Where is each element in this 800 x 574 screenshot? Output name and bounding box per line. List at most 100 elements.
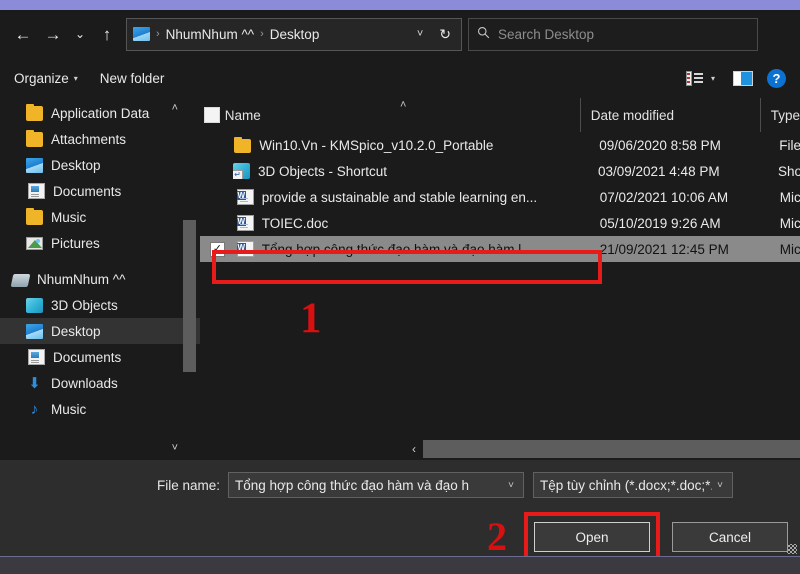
sidebar-item-documents[interactable]: Documents [0, 178, 200, 204]
breadcrumb-item-user[interactable]: NhumNhum ^^ [166, 27, 254, 42]
table-row[interactable]: TOIEC.doc 05/10/2019 9:26 AM Mic [200, 210, 800, 236]
forward-icon[interactable]: → [38, 19, 68, 49]
file-name-cell[interactable]: Tổng hợp công thức đạo hàm và đạo hàm l.… [235, 241, 590, 257]
column-header-type[interactable]: Type [760, 98, 800, 132]
new-folder-label: New folder [100, 71, 165, 86]
scrollbar-track[interactable] [423, 438, 782, 460]
sidebar-item-label: Documents [53, 184, 121, 199]
chevron-down-icon[interactable]: ˅ [503, 480, 519, 491]
documents-icon [28, 349, 45, 365]
open-button-highlight: Open [524, 512, 660, 562]
up-icon[interactable]: ↑ [92, 19, 122, 49]
row-checkbox-cell[interactable]: ✓ [200, 242, 235, 257]
sidebar-item-label: 3D Objects [51, 298, 118, 313]
organize-button[interactable]: Organize ▾ [14, 71, 78, 86]
view-options-icon[interactable] [686, 71, 703, 86]
file-name-value: Tổng hợp công thức đạo hàm và đạo h [235, 478, 503, 493]
folder-icon [234, 139, 251, 153]
sidebar-group-gap [0, 256, 200, 266]
breadcrumb-separator: › [256, 28, 268, 40]
open-file-dialog: ← → ⌄ ↑ › NhumNhum ^^ › Desktop ˅ ↻ Sear… [0, 10, 800, 556]
open-button[interactable]: Open [534, 522, 650, 552]
sidebar-item-desktop-selected[interactable]: Desktop [0, 318, 200, 344]
sidebar-item-pictures[interactable]: Pictures [0, 230, 200, 256]
dialog-footer: File name: Tổng hợp công thức đạo hàm và… [0, 460, 800, 556]
file-type-select[interactable]: Tệp tùy chỉnh (*.docx;*.doc;*.do ˅ [533, 472, 733, 498]
file-name-cell[interactable]: TOIEC.doc [235, 215, 590, 231]
folder-icon [26, 132, 43, 147]
dialog-buttons: Open Cancel [524, 512, 788, 562]
sidebar-item-music-pc[interactable]: ♪ Music [0, 396, 200, 422]
sidebar-scroll-down-icon[interactable]: ˅ [172, 442, 178, 454]
table-row[interactable]: 3D Objects - Shortcut 03/09/2021 4:48 PM… [200, 158, 800, 184]
navigation-tree: Application Data Attachments Desktop Doc… [0, 98, 200, 422]
file-type-value: Tệp tùy chỉnh (*.docx;*.doc;*.do [540, 478, 712, 493]
view-chevron-down-icon[interactable]: ▾ [711, 74, 715, 83]
refresh-icon[interactable]: ↻ [433, 26, 457, 43]
resize-grip-icon[interactable] [787, 544, 797, 554]
address-bar[interactable]: › NhumNhum ^^ › Desktop ˅ ↻ [126, 18, 462, 51]
scroll-left-icon[interactable]: ‹ [405, 442, 423, 456]
page-top-accent-strip [0, 0, 800, 10]
table-row[interactable]: provide a sustainable and stable learnin… [200, 184, 800, 210]
address-chevron-down-icon[interactable]: ˅ [409, 28, 431, 40]
page-bottom-strip [0, 556, 800, 574]
sidebar-vertical-scrollbar[interactable] [183, 98, 196, 460]
new-folder-button[interactable]: New folder [100, 71, 165, 86]
cancel-button[interactable]: Cancel [672, 522, 788, 552]
file-type-cell: File [769, 138, 800, 153]
scrollbar-thumb[interactable] [423, 440, 800, 458]
select-all-checkbox-cell[interactable] [200, 107, 225, 123]
3d-objects-icon [26, 298, 43, 313]
recent-locations-chevron-down-icon[interactable]: ⌄ [68, 19, 92, 49]
pictures-icon [26, 237, 43, 250]
select-all-checkbox[interactable] [204, 107, 220, 123]
navigation-pane: Application Data Attachments Desktop Doc… [0, 98, 200, 460]
search-box[interactable]: Search Desktop [468, 18, 758, 51]
file-name-cell[interactable]: Win10.Vn - KMSpico_v10.2.0_Portable [234, 137, 589, 153]
folder-icon [26, 106, 43, 121]
folder-icon [26, 210, 43, 225]
desktop-icon [133, 27, 150, 41]
chevron-down-icon[interactable]: ˅ [712, 480, 728, 491]
row-checkbox-checked[interactable]: ✓ [210, 242, 225, 257]
sidebar-scroll-up-icon[interactable]: ˄ [172, 102, 178, 114]
file-date-cell: 09/06/2020 8:58 PM [589, 138, 769, 153]
file-open-dialog-screenshot: ← → ⌄ ↑ › NhumNhum ^^ › Desktop ˅ ↻ Sear… [0, 0, 800, 574]
desktop-icon [26, 158, 43, 173]
dialog-body: Application Data Attachments Desktop Doc… [0, 98, 800, 460]
search-icon [477, 26, 490, 42]
file-type-cell: Mic [770, 242, 800, 257]
sidebar-item-desktop[interactable]: Desktop [0, 152, 200, 178]
sidebar-item-label: Attachments [51, 132, 126, 147]
back-icon[interactable]: ← [8, 19, 38, 49]
file-name-label: 3D Objects - Shortcut [258, 164, 387, 179]
file-date-cell: 05/10/2019 9:26 AM [590, 216, 770, 231]
sidebar-item-3d-objects[interactable]: 3D Objects [0, 292, 200, 318]
scrollbar-thumb[interactable] [183, 220, 196, 372]
sidebar-item-music[interactable]: Music [0, 204, 200, 230]
sidebar-item-attachments[interactable]: Attachments [0, 126, 200, 152]
organize-label: Organize [14, 71, 69, 86]
preview-pane-icon[interactable] [733, 71, 753, 86]
breadcrumb-item-desktop[interactable]: Desktop [270, 27, 320, 42]
file-name-cell[interactable]: 3D Objects - Shortcut [233, 163, 588, 179]
file-name-label: Tổng hợp công thức đạo hàm và đạo hàm l.… [262, 242, 533, 257]
file-name-input[interactable]: Tổng hợp công thức đạo hàm và đạo h ˅ [228, 472, 524, 498]
table-row[interactable]: Win10.Vn - KMSpico_v10.2.0_Portable 09/0… [200, 132, 800, 158]
sidebar-item-downloads[interactable]: ⬇ Downloads [0, 370, 200, 396]
sidebar-item-application-data[interactable]: Application Data [0, 100, 200, 126]
file-list-horizontal-scrollbar[interactable]: ‹ › [405, 438, 800, 460]
table-row-selected[interactable]: ✓ Tổng hợp công thức đạo hàm và đạo hàm … [200, 236, 800, 262]
file-name-label-static: File name: [0, 478, 228, 493]
sidebar-item-documents-pc[interactable]: Documents [0, 344, 200, 370]
column-header-date-modified[interactable]: Date modified [580, 98, 760, 132]
sidebar-item-this-pc[interactable]: NhumNhum ^^ [0, 266, 200, 292]
column-header-row: ˄ Name Date modified Type [200, 98, 800, 132]
file-list-pane: ˄ Name Date modified Type Win10.Vn - KMS… [200, 98, 800, 460]
file-date-cell: 21/09/2021 12:45 PM [590, 242, 770, 257]
search-input[interactable]: Search Desktop [498, 27, 594, 42]
file-name-cell[interactable]: provide a sustainable and stable learnin… [235, 189, 590, 205]
help-icon[interactable]: ? [767, 69, 786, 88]
word-document-icon [237, 215, 254, 231]
